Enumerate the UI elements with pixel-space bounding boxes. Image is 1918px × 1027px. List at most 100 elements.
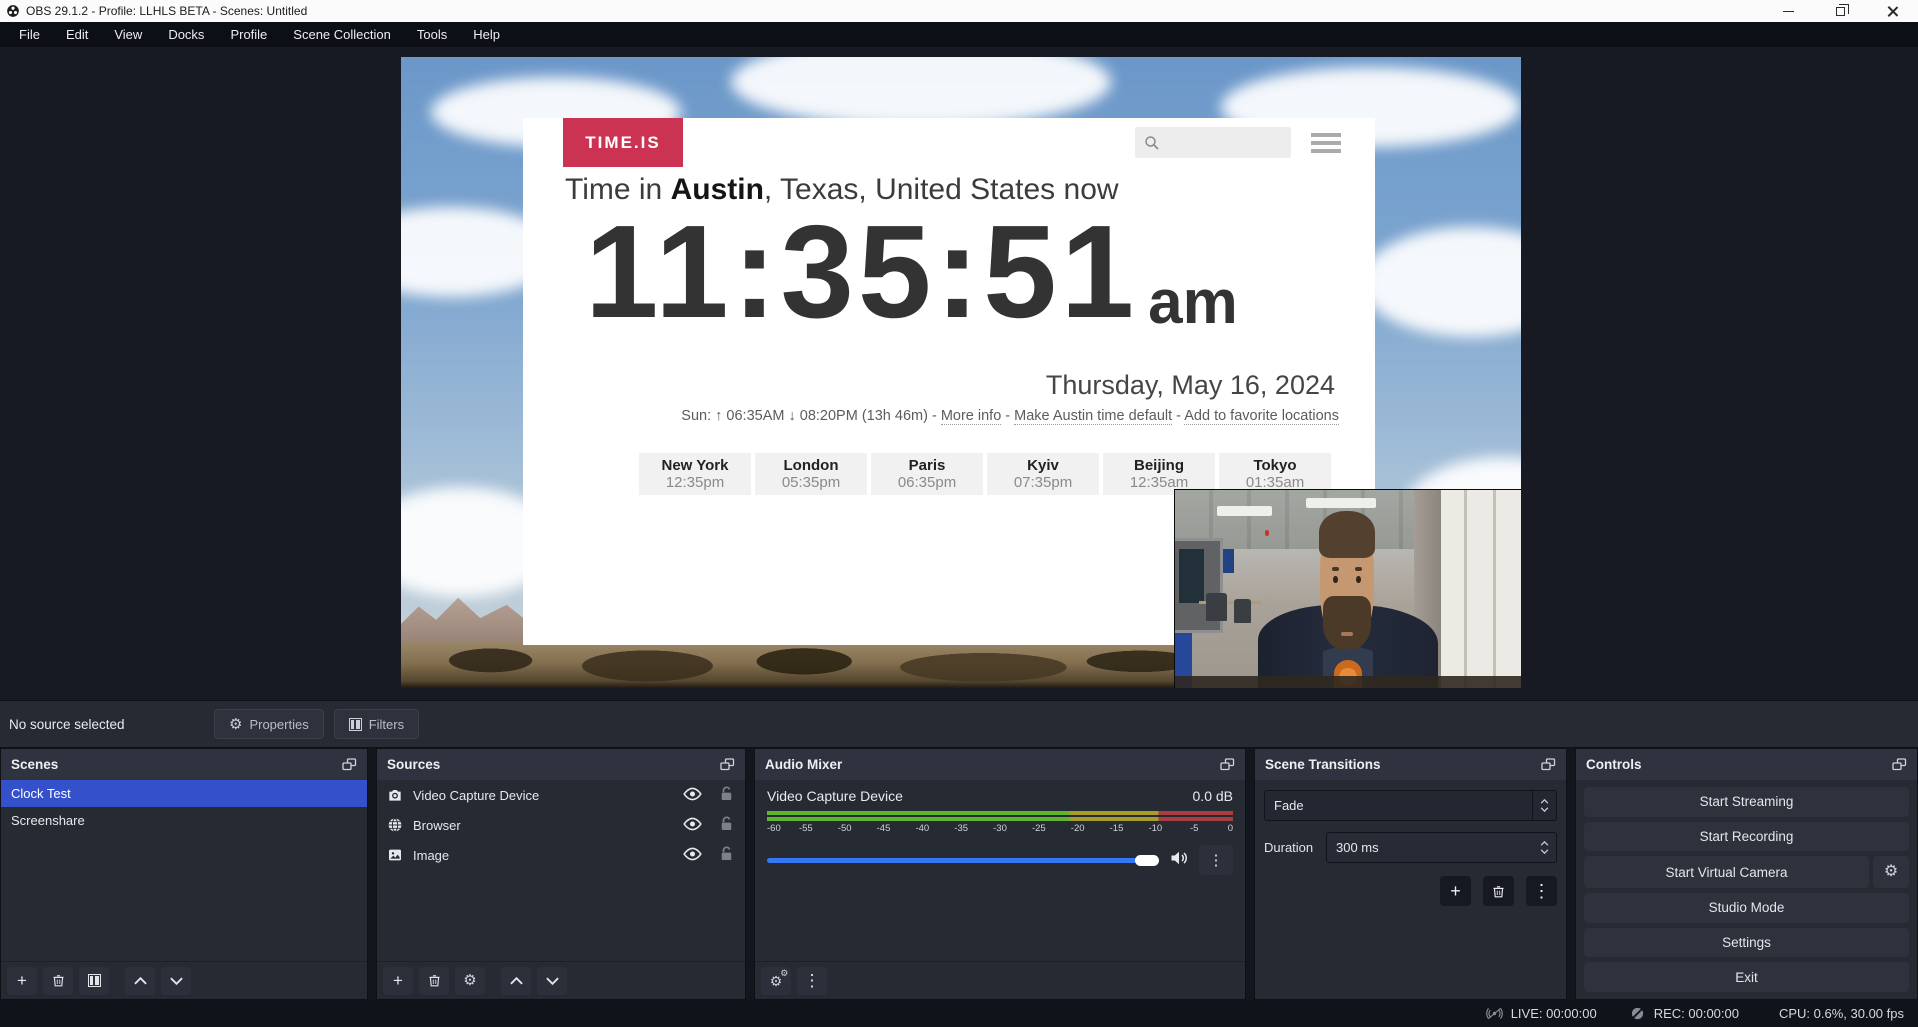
source-item-browser[interactable]: Browser bbox=[377, 810, 745, 840]
gear-icon: ⚙ bbox=[229, 717, 242, 732]
menu-docks[interactable]: Docks bbox=[157, 24, 215, 45]
video-preview-canvas[interactable]: TIME.IS Time in Austin, Texas, United St… bbox=[401, 57, 1521, 688]
exit-light bbox=[1265, 530, 1269, 536]
popout-dock-icon[interactable] bbox=[720, 758, 735, 771]
menu-scene-collection[interactable]: Scene Collection bbox=[282, 24, 402, 45]
lock-toggle[interactable] bbox=[720, 816, 733, 834]
visibility-toggle[interactable] bbox=[683, 847, 702, 864]
office-chair bbox=[1234, 599, 1251, 623]
mixer-options-button[interactable]: ⋮ bbox=[797, 967, 827, 995]
scene-transitions-panel: Scene Transitions Fade Duration 300 ms bbox=[1254, 748, 1567, 1000]
settings-button[interactable]: Settings bbox=[1584, 928, 1909, 958]
transitions-header[interactable]: Scene Transitions bbox=[1255, 749, 1566, 780]
search-icon bbox=[1143, 134, 1161, 152]
status-bar: LIVE: 00:00:00 REC: 00:00:00 CPU: 0.6%, … bbox=[0, 1000, 1918, 1027]
office-chair bbox=[1206, 593, 1227, 621]
gear-icon: ⚙ bbox=[1884, 864, 1898, 880]
filters-icon bbox=[88, 974, 101, 987]
lock-toggle[interactable] bbox=[720, 846, 733, 864]
channel-options-button[interactable]: ⋮ bbox=[1199, 845, 1233, 875]
make-default-link: Make Austin time default bbox=[1014, 408, 1172, 425]
scene-item-screenshare[interactable]: Screenshare bbox=[1, 807, 367, 834]
person-brow bbox=[1355, 567, 1362, 571]
scene-item-clock-test[interactable]: Clock Test bbox=[1, 780, 367, 807]
mute-toggle[interactable] bbox=[1169, 849, 1189, 872]
properties-button[interactable]: ⚙ Properties bbox=[214, 709, 324, 739]
image-icon bbox=[387, 847, 403, 863]
add-source-button[interactable]: + bbox=[383, 967, 413, 995]
advanced-audio-button[interactable]: ⚙ bbox=[761, 967, 791, 995]
exit-button[interactable]: Exit bbox=[1584, 962, 1909, 992]
cloud bbox=[731, 57, 1111, 127]
start-virtual-camera-button[interactable]: Start Virtual Camera bbox=[1584, 856, 1869, 888]
mixer-toolbar: ⚙ ⋮ bbox=[755, 961, 1245, 999]
menu-file[interactable]: File bbox=[8, 24, 51, 45]
add-scene-button[interactable]: + bbox=[7, 967, 37, 995]
move-scene-up-button[interactable] bbox=[125, 967, 155, 995]
studio-mode-button[interactable]: Studio Mode bbox=[1584, 893, 1909, 923]
scene-filters-button[interactable] bbox=[79, 967, 109, 995]
move-source-down-button[interactable] bbox=[537, 967, 567, 995]
restore-button[interactable] bbox=[1814, 0, 1866, 22]
chevron-up-icon bbox=[1540, 799, 1549, 804]
menu-profile[interactable]: Profile bbox=[219, 24, 278, 45]
office-window-wall bbox=[1438, 490, 1521, 688]
popout-dock-icon[interactable] bbox=[1220, 758, 1235, 771]
controls-header[interactable]: Controls bbox=[1576, 749, 1917, 780]
chevron-up-icon bbox=[1540, 841, 1549, 846]
timeis-sun-line: Sun: ↑ 06:35AM ↓ 08:20PM (13h 46m) - Mor… bbox=[523, 408, 1339, 424]
close-button[interactable] bbox=[1866, 0, 1918, 22]
source-item-video-capture[interactable]: Video Capture Device bbox=[377, 780, 745, 810]
popout-dock-icon[interactable] bbox=[1541, 758, 1556, 771]
trash-icon bbox=[427, 973, 442, 988]
transitions-body: Fade Duration 300 ms + bbox=[1255, 780, 1566, 999]
mixer-volume-db: 0.0 dB bbox=[1193, 788, 1233, 804]
source-status-label: No source selected bbox=[9, 717, 214, 732]
source-properties-button[interactable]: ⚙ bbox=[455, 967, 485, 995]
menu-edit[interactable]: Edit bbox=[55, 24, 99, 45]
start-recording-button[interactable]: Start Recording bbox=[1584, 822, 1909, 852]
sources-header[interactable]: Sources bbox=[377, 749, 745, 780]
spinner-chevrons[interactable] bbox=[1532, 833, 1556, 862]
scenes-header[interactable]: Scenes bbox=[1, 749, 367, 780]
chevron-down-icon bbox=[1540, 807, 1549, 812]
cloud bbox=[1361, 227, 1521, 337]
person-hair bbox=[1319, 511, 1375, 557]
volume-slider[interactable] bbox=[767, 858, 1159, 863]
filters-icon bbox=[349, 718, 362, 731]
meter-scale: -60 -55 -50 -45 -40 -35 -30 -25 -20 -15 … bbox=[767, 823, 1233, 837]
sources-list: Video Capture Device Browser Image bbox=[377, 780, 745, 961]
transition-dropdown[interactable]: Fade bbox=[1264, 790, 1557, 821]
desk-edge bbox=[1175, 676, 1521, 688]
menu-help[interactable]: Help bbox=[462, 24, 511, 45]
remove-source-button[interactable] bbox=[419, 967, 449, 995]
timeis-logo: TIME.IS bbox=[563, 118, 683, 167]
popout-dock-icon[interactable] bbox=[1892, 758, 1907, 771]
camera-icon bbox=[387, 787, 403, 803]
visibility-toggle[interactable] bbox=[683, 817, 702, 834]
menu-view[interactable]: View bbox=[103, 24, 153, 45]
duration-spinner[interactable]: 300 ms bbox=[1326, 832, 1557, 863]
start-streaming-button[interactable]: Start Streaming bbox=[1584, 787, 1909, 817]
city-cell: London05:35pm bbox=[755, 453, 867, 495]
remove-transition-button[interactable] bbox=[1483, 876, 1514, 906]
window-title: OBS 29.1.2 - Profile: LLHLS BETA - Scene… bbox=[26, 4, 307, 18]
filters-button[interactable]: Filters bbox=[334, 709, 419, 739]
more-info-link: More info bbox=[941, 408, 1001, 425]
menu-tools[interactable]: Tools bbox=[406, 24, 458, 45]
volume-slider-handle[interactable] bbox=[1135, 855, 1159, 866]
add-transition-button[interactable]: + bbox=[1440, 876, 1471, 906]
move-scene-down-button[interactable] bbox=[161, 967, 191, 995]
move-source-up-button[interactable] bbox=[501, 967, 531, 995]
minimize-button[interactable] bbox=[1762, 0, 1814, 22]
visibility-toggle[interactable] bbox=[683, 787, 702, 804]
virtual-camera-config-button[interactable]: ⚙ bbox=[1873, 856, 1909, 888]
window-titlebar[interactable]: OBS 29.1.2 - Profile: LLHLS BETA - Scene… bbox=[0, 0, 1918, 22]
transition-options-button[interactable]: ⋮ bbox=[1526, 876, 1557, 906]
source-item-image[interactable]: Image bbox=[377, 840, 745, 870]
lock-toggle[interactable] bbox=[720, 786, 733, 804]
audio-mixer-header[interactable]: Audio Mixer bbox=[755, 749, 1245, 780]
rec-time: REC: 00:00:00 bbox=[1654, 1006, 1739, 1021]
popout-dock-icon[interactable] bbox=[342, 758, 357, 771]
remove-scene-button[interactable] bbox=[43, 967, 73, 995]
